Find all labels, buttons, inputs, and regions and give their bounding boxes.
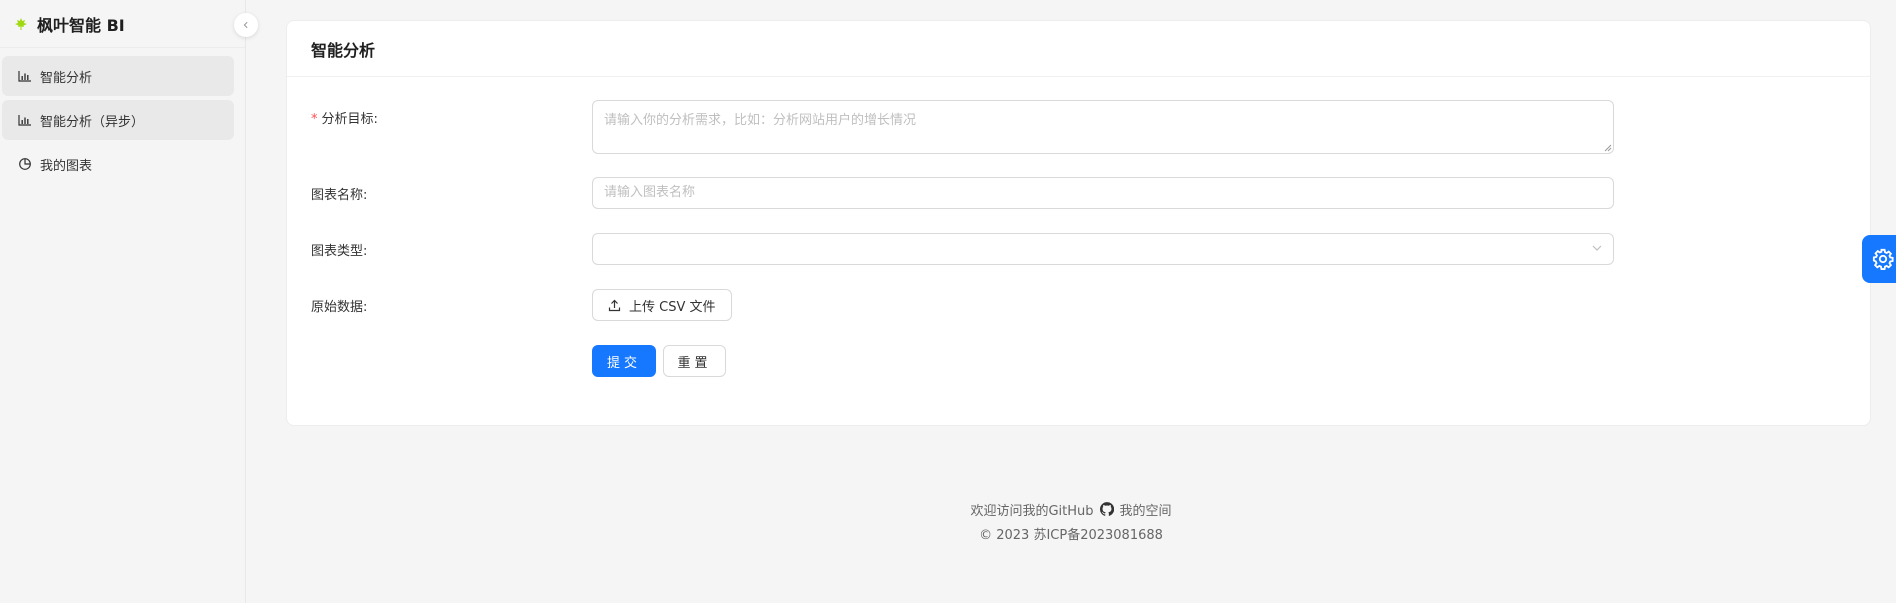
footer-links: 欢迎访问我的GitHub 我的空间 (246, 497, 1896, 521)
reset-button[interactable]: 重置 (663, 345, 726, 377)
chevron-left-icon (243, 21, 248, 29)
submit-button[interactable]: 提交 (592, 345, 656, 377)
analysis-card: 智能分析 * 分析目标: 请输入你的分析需求，比如：分析网站用户的增长情况 图表名… (286, 20, 1871, 426)
goal-label-text: 分析目标: (321, 112, 378, 127)
name-label: 图表名称: (311, 188, 368, 203)
upload-csv-button[interactable]: 上传 CSV 文件 (592, 289, 732, 321)
sidebar-item-smart-analysis[interactable]: 智能分析 (2, 56, 234, 96)
data-label: 原始数据: (311, 300, 368, 315)
chevron-down-icon (1592, 245, 1602, 251)
sidebar: 枫叶智能 BI 智能分析 智能分析（异步） 我的图表 (0, 0, 246, 603)
sidebar-item-label: 我的图表 (40, 158, 93, 174)
sidebar-menu: 智能分析 智能分析（异步） 我的图表 (0, 48, 245, 184)
goal-textarea[interactable]: 请输入你的分析需求，比如：分析网站用户的增长情况 (592, 100, 1614, 154)
settings-button[interactable] (1862, 235, 1896, 283)
pie-chart-icon (19, 158, 31, 170)
goal-placeholder: 请输入你的分析需求，比如：分析网站用户的增长情况 (604, 113, 917, 128)
chart-name-input[interactable]: 请输入图表名称 (592, 177, 1614, 209)
sidebar-item-my-charts[interactable]: 我的图表 (2, 144, 234, 184)
app-title: 枫叶智能 BI (37, 15, 125, 35)
github-link[interactable]: 欢迎访问我的GitHub (970, 500, 1093, 519)
bar-chart-icon (18, 115, 31, 126)
sidebar-item-label: 智能分析（异步） (40, 114, 145, 130)
footer: 欢迎访问我的GitHub 我的空间 © 2023 苏ICP备2023081688 (246, 497, 1896, 545)
required-mark: * (311, 112, 318, 127)
sidebar-item-label: 智能分析 (40, 70, 93, 86)
gear-icon (1872, 248, 1894, 270)
copyright: © 2023 苏ICP备2023081688 (979, 527, 1163, 543)
resize-handle-icon[interactable] (1604, 144, 1612, 152)
maple-leaf-icon (15, 17, 27, 30)
bar-chart-icon (18, 71, 31, 82)
type-label: 图表类型: (311, 244, 368, 259)
upload-label: 上传 CSV 文件 (629, 299, 716, 315)
app-logo[interactable]: 枫叶智能 BI (0, 0, 245, 48)
name-placeholder: 请输入图表名称 (604, 185, 696, 200)
github-icon[interactable] (1099, 502, 1114, 516)
my-space-link[interactable]: 我的空间 (1120, 500, 1172, 519)
card-title: 智能分析 (287, 21, 1870, 77)
chart-type-select[interactable] (592, 233, 1614, 265)
upload-icon (608, 299, 621, 311)
sidebar-item-smart-analysis-async[interactable]: 智能分析（异步） (2, 100, 234, 140)
goal-label: * 分析目标: (311, 108, 378, 127)
collapse-sidebar-button[interactable] (234, 13, 258, 37)
